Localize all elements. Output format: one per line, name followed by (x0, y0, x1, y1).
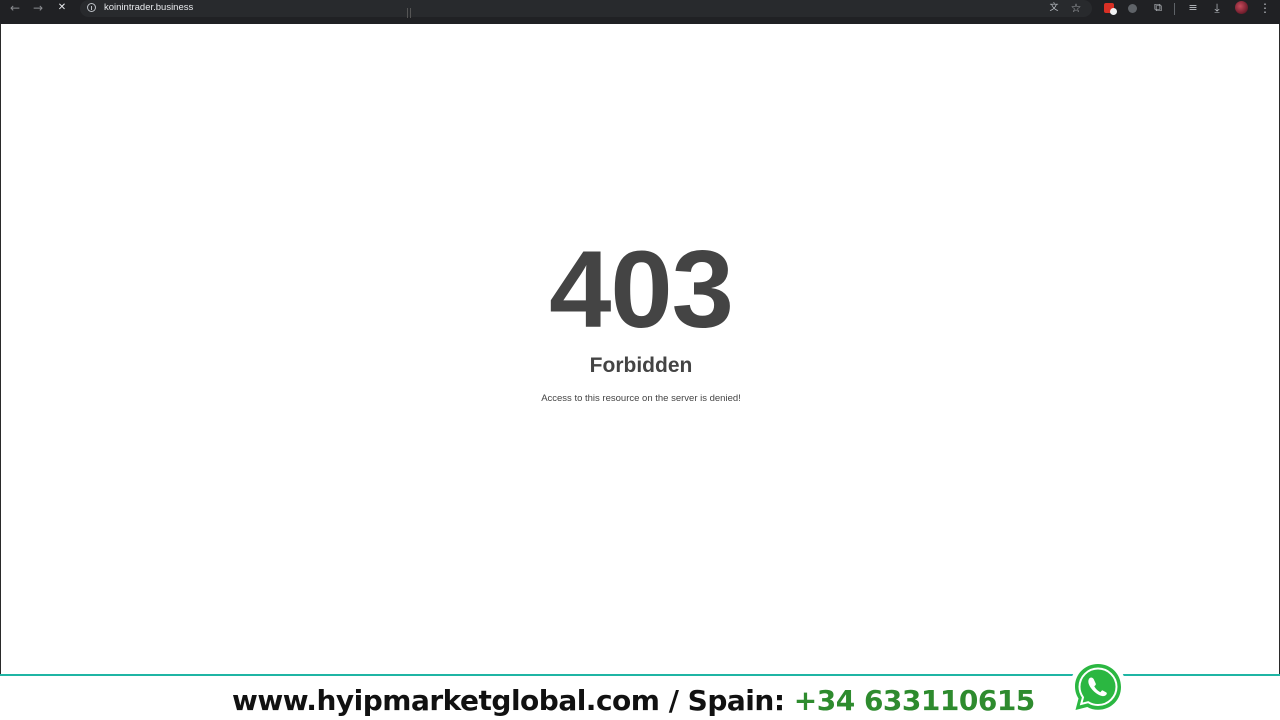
error-description: Access to this resource on the server is… (541, 393, 741, 404)
translate-icon[interactable]: 文 (1047, 1, 1061, 15)
site-info-icon[interactable] (87, 3, 96, 12)
toolbar-divider (1174, 3, 1175, 15)
banner-site-text: www.hyipmarketglobal.com / Spain: (232, 684, 794, 717)
address-bar[interactable]: koinintrader.business (80, 0, 1092, 17)
stop-loading-button[interactable]: ✕ (51, 0, 73, 16)
page-content: 403 Forbidden Access to this resource on… (0, 24, 1280, 674)
extensions-puzzle-icon[interactable]: ⧉ (1151, 1, 1165, 15)
error-code: 403 (549, 228, 734, 351)
banner-text: www.hyipmarketglobal.com / Spain: +34 63… (232, 683, 1035, 719)
menu-icon[interactable]: ⋮ (1258, 1, 1272, 15)
reading-list-icon[interactable]: ≡ (1186, 1, 1200, 15)
extension-badge (1110, 8, 1117, 15)
profile-avatar[interactable] (1235, 1, 1248, 14)
whatsapp-icon (1070, 659, 1126, 715)
text-cursor-icon (407, 8, 411, 18)
back-button[interactable]: ← (4, 0, 26, 16)
forward-button[interactable]: → (27, 0, 49, 16)
bookmark-star-icon[interactable]: ☆ (1069, 1, 1083, 15)
download-icon[interactable]: ⤓ (1210, 1, 1224, 15)
error-title: Forbidden (589, 354, 693, 377)
url-text[interactable]: koinintrader.business (104, 2, 193, 14)
extension-gray-icon[interactable] (1128, 4, 1137, 13)
browser-toolbar: ← → ✕ koinintrader.business 文 ☆ ⧉ ≡ ⤓ ⋮ (0, 0, 1280, 24)
banner-phone: +34 633110615 (793, 684, 1036, 717)
